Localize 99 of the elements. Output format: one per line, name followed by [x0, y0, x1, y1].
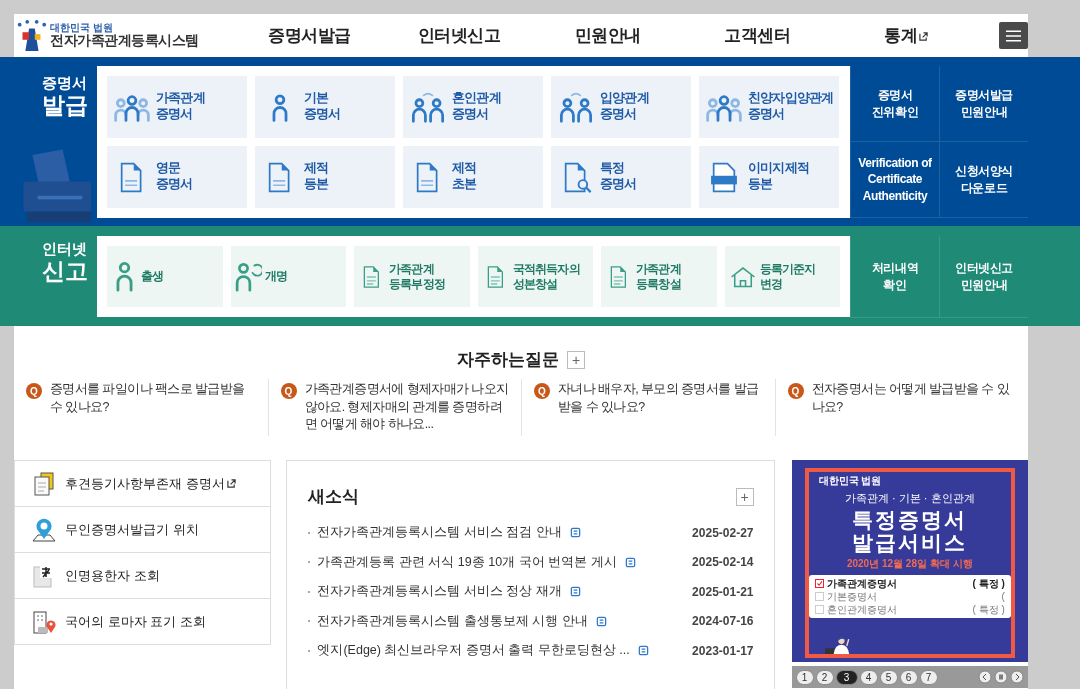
- report-tile[interactable]: 가족관계 등록창설: [601, 246, 717, 307]
- quick-link[interactable]: 무인증명서발급기 위치: [15, 506, 271, 552]
- quick-link[interactable]: 국어의 로마자 표기 조회: [15, 598, 271, 644]
- more-button[interactable]: +: [735, 487, 754, 506]
- question-icon: Q: [26, 383, 42, 399]
- band-heading: 증명서 발급: [40, 74, 89, 119]
- nav-link[interactable]: 민원안내: [533, 24, 683, 47]
- report-tile[interactable]: 개명: [230, 246, 346, 307]
- question-icon: Q: [280, 383, 297, 399]
- banner-title: 특정증명서 발급서비스: [852, 508, 968, 555]
- document-icon: [624, 556, 636, 568]
- location-pin-icon: [31, 516, 57, 543]
- certificate-tile[interactable]: 가족관계 증명서: [107, 76, 247, 138]
- report-tile[interactable]: 등록기준지 변경: [724, 246, 840, 307]
- certificate-tile[interactable]: 영문 증명서: [107, 146, 247, 208]
- certificate-tile[interactable]: 이미지제적 등본: [699, 146, 839, 208]
- menu-button[interactable]: [999, 22, 1028, 49]
- side-link[interactable]: 증명서 진위확인: [850, 66, 939, 142]
- page-button[interactable]: 1: [795, 669, 814, 685]
- option-label: 기본증명서: [826, 589, 877, 604]
- side-link[interactable]: 인터넷신고 민원안내: [939, 236, 1028, 318]
- banner-org: 대한민국 법원: [818, 474, 882, 488]
- site-title[interactable]: 전자가족관계등록시스템: [50, 33, 199, 49]
- faq-question[interactable]: 증명서를 파일이나 팩스로 발급받을 수 있나요?: [50, 381, 258, 434]
- couple-icon: [409, 91, 447, 123]
- faq-question[interactable]: 전자증명서는 어떻게 발급받을 수 있나요?: [811, 381, 1018, 434]
- option-label: 가족관계증명서: [826, 576, 897, 591]
- page-button[interactable]: 5: [879, 669, 898, 685]
- certificate-tile[interactable]: 친양자입양관계 증명서: [699, 76, 839, 138]
- banner-subtitle: 가족관계 · 기본 · 혼인관계: [844, 491, 975, 506]
- external-link-icon: [919, 32, 929, 41]
- side-link[interactable]: Verification of Certificate Authenticity: [850, 142, 939, 218]
- news-date: 2025-02-14: [692, 555, 754, 570]
- certificate-tile[interactable]: 입양관계 증명서: [551, 76, 691, 138]
- previous-icon[interactable]: [978, 670, 992, 684]
- report-tile[interactable]: 국적취득자의 성본창설: [477, 246, 593, 307]
- nav-link[interactable]: 통계: [831, 24, 981, 47]
- document-icon: [637, 645, 649, 657]
- news-date: 2023-01-17: [692, 643, 754, 658]
- news-link[interactable]: 가족관계등록 관련 서식 19종 10개 국어 번역본 게시: [317, 553, 617, 571]
- quick-link[interactable]: 인명용한자 조회: [15, 552, 271, 598]
- more-button[interactable]: +: [567, 350, 585, 369]
- nav-link[interactable]: 고객센터: [682, 24, 832, 47]
- nav-link[interactable]: 증명서발급: [235, 24, 385, 47]
- option-tag: ( 특정 ): [972, 602, 1005, 617]
- certificate-tile[interactable]: 제적 등본: [255, 146, 395, 208]
- document-icon: [595, 615, 607, 627]
- side-link[interactable]: 신청서양식 다운로드: [939, 142, 1028, 218]
- news-date: 2024-07-16: [692, 614, 754, 629]
- person-icon: [116, 261, 133, 292]
- certificate-tile[interactable]: 제적 초본: [403, 146, 543, 208]
- documents-icon: [31, 470, 57, 497]
- news-link[interactable]: 전자가족관계등록시스템 서비스 정상 재개: [317, 583, 562, 601]
- option-tag: ( 특정 ): [972, 576, 1005, 591]
- bullet-icon: [308, 590, 311, 593]
- couple-icon: [557, 91, 595, 123]
- news-title: 새소식: [308, 486, 360, 508]
- option-tag: (: [1001, 591, 1005, 603]
- certificate-tile[interactable]: 기본 증명서: [255, 76, 395, 138]
- banner-date: 2020년 12월 28일 확대 시행: [846, 557, 973, 572]
- person-icon: [234, 261, 262, 292]
- page-button[interactable]: 2: [815, 669, 834, 685]
- news-date: 2025-02-27: [692, 525, 754, 540]
- bullet-icon: [308, 561, 311, 564]
- certificate-tile[interactable]: 혼인관계 증명서: [403, 76, 543, 138]
- side-link[interactable]: 처리내역 확인: [850, 236, 939, 318]
- page-button[interactable]: 4: [859, 669, 878, 685]
- external-link-icon: [226, 478, 236, 488]
- org-name: 대한민국 법원: [50, 22, 113, 34]
- promo-banner[interactable]: 대한민국 법원 가족관계 · 기본 · 혼인관계 특정증명서 발급서비스 2020년 12월 28일 확대 시행 가족관계증명서 ( 특정 ) 기본증명서 ( 혼인관계증명서 ( 특정 ): [791, 460, 1028, 662]
- certificate-tile[interactable]: 특정 증명서: [551, 146, 691, 208]
- pause-icon[interactable]: [994, 670, 1008, 684]
- next-icon[interactable]: [1010, 670, 1024, 684]
- page-button[interactable]: 3: [835, 669, 858, 685]
- question-icon: Q: [787, 383, 804, 399]
- question-icon: Q: [534, 383, 550, 399]
- document-icon: [569, 527, 581, 539]
- page-button[interactable]: 6: [899, 669, 918, 685]
- report-tile[interactable]: 가족관계 등록부정정: [354, 246, 470, 307]
- faq-title: 자주하는질문: [457, 349, 559, 371]
- faq-question[interactable]: 가족관계증명서에 형제자매가 나오지 않아요. 형제자매의 관계를 증명하려면 어떻게 해야 하나요...: [304, 381, 511, 434]
- bullet-icon: [308, 620, 311, 623]
- news-link[interactable]: 전자가족관계등록시스템 출생통보제 시행 안내: [317, 612, 588, 630]
- menu-icon: [1006, 29, 1021, 42]
- page-button[interactable]: 7: [919, 669, 938, 685]
- report-tile[interactable]: 출생: [107, 246, 223, 307]
- bullet-icon: [308, 531, 311, 534]
- building-pin-icon: [31, 608, 57, 635]
- news-date: 2025-01-21: [692, 584, 754, 599]
- bullet-icon: [308, 649, 311, 652]
- option-label: 혼인관계증명서: [826, 602, 897, 617]
- quick-link[interactable]: 후견등기사항부존재 증명서: [15, 461, 271, 506]
- side-link[interactable]: 증명서발급 민원안내: [939, 66, 1028, 142]
- band-heading: 인터넷 신고: [40, 240, 89, 285]
- news-link[interactable]: 엣지(Edge) 최신브라우저 증명서 출력 무한로딩현상 ...: [317, 642, 630, 660]
- news-link[interactable]: 전자가족관계등록시스템 서비스 점검 안내: [317, 524, 562, 542]
- document-icon: [569, 586, 581, 598]
- nav-link[interactable]: 인터넷신고: [384, 24, 534, 47]
- faq-question[interactable]: 자녀나 배우자, 부모의 증명서를 발급 받을 수 있나요?: [558, 381, 765, 434]
